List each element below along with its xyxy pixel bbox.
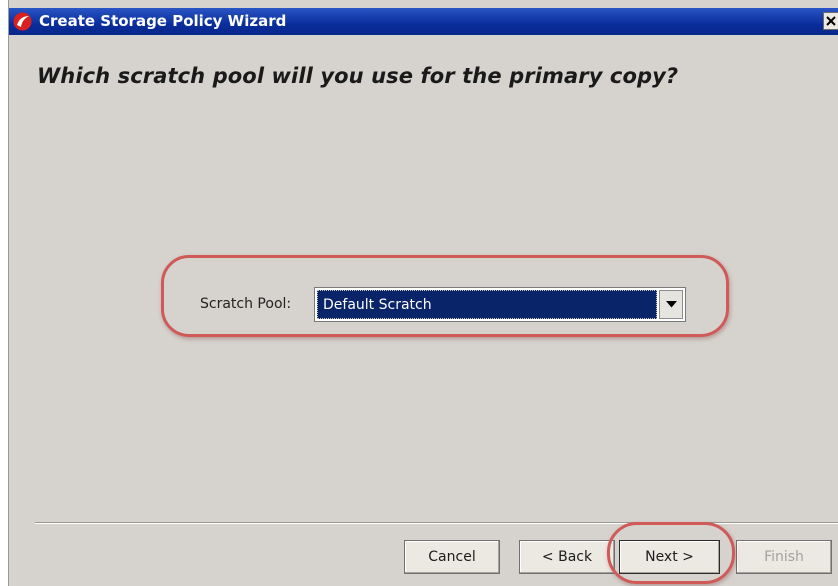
window-title: Create Storage Policy Wizard: [39, 12, 287, 30]
app-logo-icon: [13, 12, 32, 31]
close-button[interactable]: [823, 12, 838, 30]
wizard-window: Create Storage Policy Wizard Which scrat…: [8, 0, 838, 586]
chevron-down-icon: [666, 301, 677, 308]
scratch-pool-label: Scratch Pool:: [200, 296, 292, 312]
next-button-highlight: [607, 522, 735, 584]
scratch-pool-selected-value[interactable]: Default Scratch: [317, 290, 657, 319]
back-button[interactable]: < Back: [519, 540, 615, 574]
scratch-pool-dropdown[interactable]: Default Scratch: [314, 287, 686, 322]
close-icon: [826, 16, 836, 26]
page-heading: Which scratch pool will you use for the …: [37, 64, 679, 88]
dropdown-arrow-button[interactable]: [659, 290, 683, 319]
title-bar[interactable]: Create Storage Policy Wizard: [9, 8, 838, 35]
button-divider: [35, 522, 838, 524]
finish-button: Finish: [736, 540, 832, 574]
cancel-button[interactable]: Cancel: [404, 540, 500, 574]
